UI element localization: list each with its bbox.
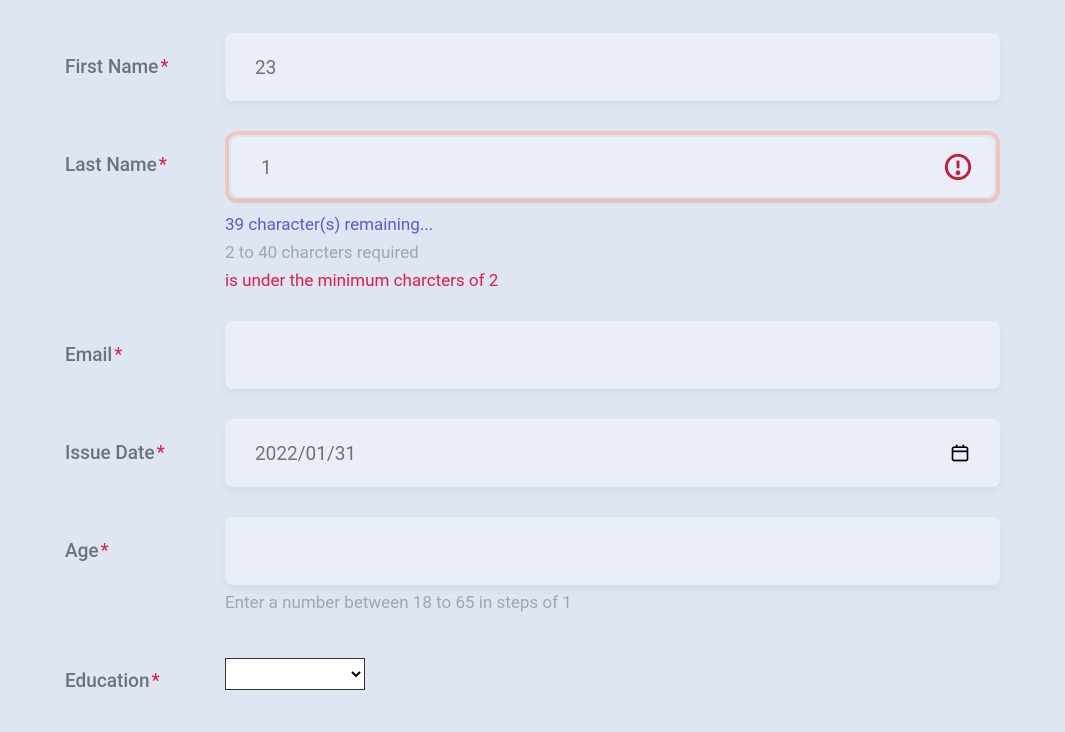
education-label: Education <box>65 669 150 692</box>
email-label: Email <box>65 343 112 366</box>
last-name-requirement-hint: 2 to 40 charcters required <box>225 243 1000 263</box>
last-name-input-col: 39 character(s) remaining... 2 to 40 cha… <box>225 131 1000 291</box>
issue-date-label-col: Issue Date* <box>65 419 225 464</box>
age-row: Age* Enter a number between 18 to 65 in … <box>65 517 1000 613</box>
required-asterisk: * <box>157 441 165 464</box>
last-name-row: Last Name* 39 character(s) remaining... … <box>65 131 1000 291</box>
education-label-col: Education* <box>65 643 225 692</box>
required-asterisk: * <box>152 669 160 692</box>
issue-date-label: Issue Date <box>65 441 155 464</box>
calendar-icon <box>950 443 970 463</box>
error-icon <box>944 153 972 181</box>
first-name-input-col <box>225 33 1000 101</box>
last-name-label-col: Last Name* <box>65 131 225 176</box>
first-name-label-col: First Name* <box>65 33 225 78</box>
education-select[interactable] <box>225 658 365 690</box>
education-row: Education* <box>65 643 1000 692</box>
age-input-col: Enter a number between 18 to 65 in steps… <box>225 517 1000 613</box>
age-label: Age <box>65 539 99 562</box>
first-name-row: First Name* <box>65 33 1000 101</box>
age-hint: Enter a number between 18 to 65 in steps… <box>225 593 1000 613</box>
first-name-label: First Name <box>65 55 158 78</box>
required-asterisk: * <box>160 55 168 78</box>
last-name-error-wrapper <box>225 131 1000 203</box>
required-asterisk: * <box>159 153 167 176</box>
last-name-input[interactable] <box>231 137 994 197</box>
issue-date-value: 2022/01/31 <box>255 442 356 465</box>
issue-date-input[interactable]: 2022/01/31 <box>225 419 1000 487</box>
email-row: Email* <box>65 321 1000 389</box>
required-asterisk: * <box>101 539 109 562</box>
age-label-col: Age* <box>65 517 225 562</box>
issue-date-input-col: 2022/01/31 <box>225 419 1000 487</box>
required-asterisk: * <box>114 343 122 366</box>
education-input-col <box>225 643 1000 690</box>
last-name-error-hint: is under the minimum charcters of 2 <box>225 271 1000 291</box>
last-name-label: Last Name <box>65 153 157 176</box>
issue-date-row: Issue Date* 2022/01/31 <box>65 419 1000 487</box>
email-input-col <box>225 321 1000 389</box>
last-name-remaining-hint: 39 character(s) remaining... <box>225 215 1000 235</box>
age-input[interactable] <box>225 517 1000 585</box>
first-name-input[interactable] <box>225 33 1000 101</box>
email-label-col: Email* <box>65 321 225 366</box>
email-input[interactable] <box>225 321 1000 389</box>
